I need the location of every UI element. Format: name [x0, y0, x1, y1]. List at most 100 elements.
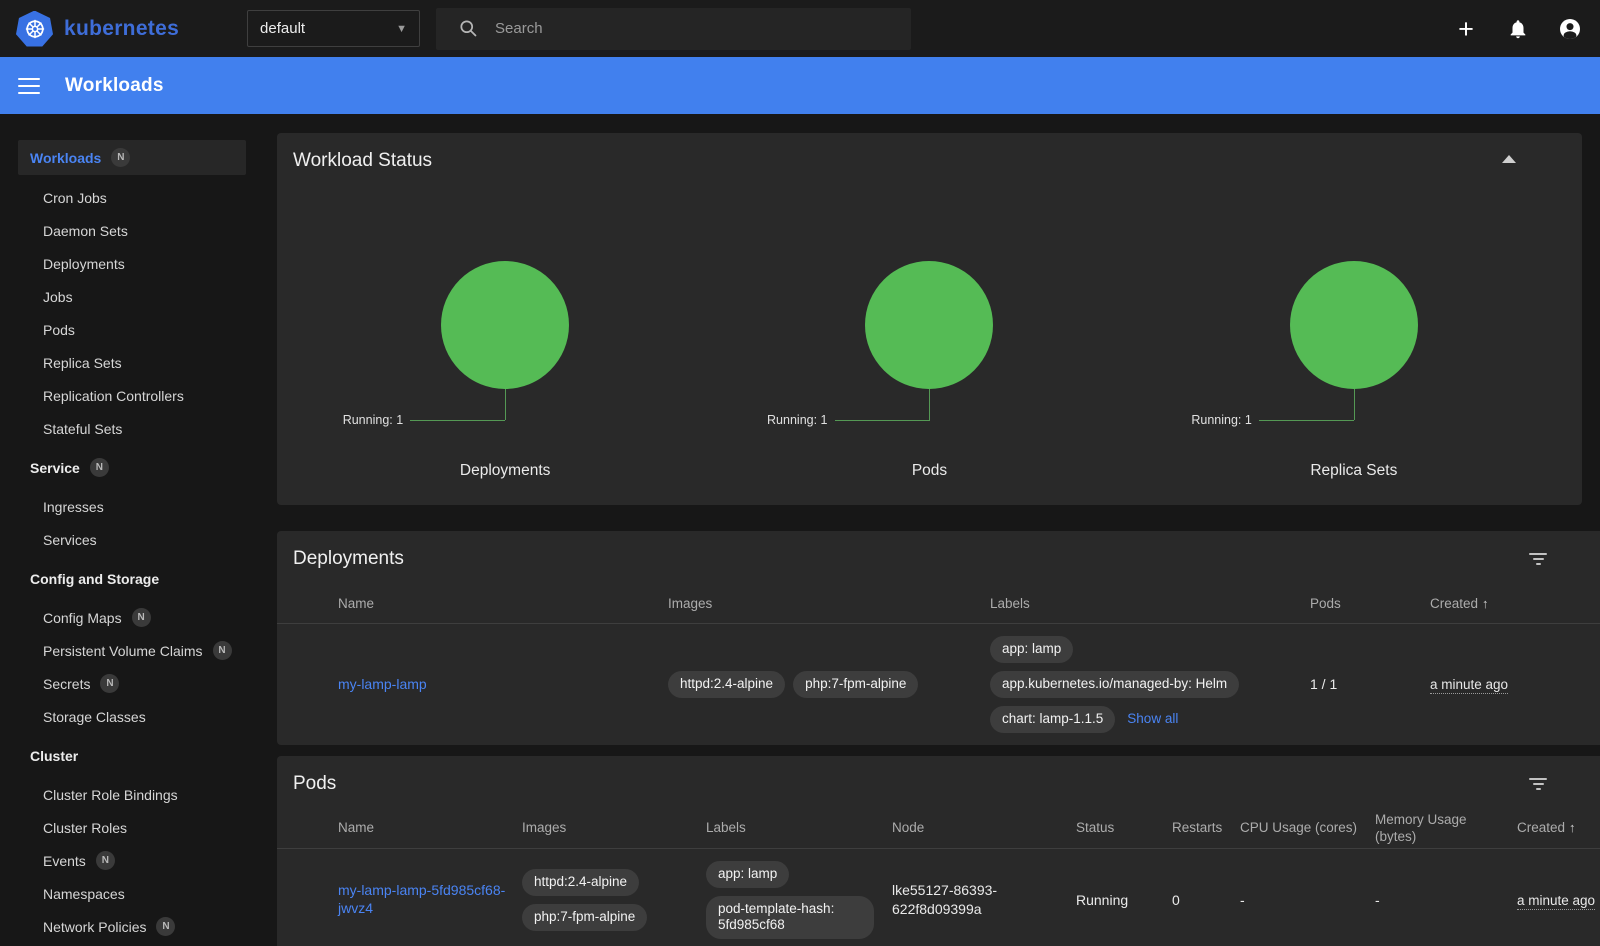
- namespace-select[interactable]: default ▼: [247, 10, 420, 47]
- column-header-created[interactable]: Created↑: [1430, 595, 1600, 613]
- column-header-status: Status: [1076, 819, 1172, 837]
- pods-status-chart: Running: 1 Pods: [717, 261, 1141, 480]
- pie-chart: [1290, 261, 1418, 389]
- chart-title: Pods: [912, 462, 947, 480]
- column-header-name[interactable]: Name: [338, 819, 522, 837]
- sidebar-section-cluster: Cluster: [18, 739, 246, 772]
- pie-chart: [441, 261, 569, 389]
- node-name: lke55127-86393-622f8d09399a: [892, 881, 1076, 919]
- callout-line: [1259, 420, 1354, 421]
- label-chip: pod-template-hash: 5fd985cf68: [706, 896, 874, 940]
- sidebar-item-storage-classes[interactable]: Storage Classes: [18, 700, 246, 733]
- created-timestamp: a minute ago: [1517, 893, 1595, 910]
- column-header-name[interactable]: Name: [338, 595, 668, 613]
- sidebar-item-secrets[interactable]: Secrets N: [18, 667, 246, 700]
- sort-ascending-icon: ↑: [1482, 596, 1489, 611]
- callout-line: [929, 389, 930, 420]
- sidebar-item-network-policies[interactable]: Network Policies N: [18, 910, 246, 943]
- sidebar: Workloads N Cron Jobs Daemon Sets Deploy…: [0, 114, 262, 946]
- chart-callout-label: Running: 1: [343, 413, 403, 427]
- create-resource-button[interactable]: +: [1454, 17, 1478, 41]
- pod-status: Running: [1076, 892, 1172, 908]
- account-icon: [1558, 16, 1582, 42]
- sidebar-item-namespaces[interactable]: Namespaces: [18, 877, 246, 910]
- filter-icon[interactable]: [1528, 553, 1548, 565]
- sidebar-item-pods[interactable]: Pods: [18, 313, 246, 346]
- new-badge: N: [156, 917, 175, 936]
- sidebar-item-cron-jobs[interactable]: Cron Jobs: [18, 181, 246, 214]
- column-header-node: Node: [892, 819, 1076, 837]
- column-header-memory: Memory Usage (bytes): [1375, 811, 1517, 846]
- namespace-value: default: [260, 20, 305, 37]
- restarts-count: 0: [1172, 892, 1240, 908]
- image-chip: php:7-fpm-alpine: [793, 671, 918, 698]
- sort-ascending-icon: ↑: [1569, 820, 1576, 835]
- chart-title: Replica Sets: [1310, 462, 1397, 480]
- sidebar-item-jobs[interactable]: Jobs: [18, 280, 246, 313]
- new-badge: N: [111, 148, 130, 167]
- account-button[interactable]: [1558, 17, 1582, 41]
- table-row[interactable]: my-lamp-lamp-5fd985cf68-jwvz4 httpd:2.4-…: [277, 849, 1600, 946]
- table-header-row: Name Images Labels Node Status Restarts …: [277, 809, 1600, 849]
- callout-line: [1354, 389, 1355, 420]
- new-badge: N: [100, 674, 119, 693]
- pods-card: Pods Name Images Labels Node Status Rest…: [277, 756, 1600, 946]
- column-header-labels: Labels: [990, 595, 1310, 613]
- sidebar-item-deployments[interactable]: Deployments: [18, 247, 246, 280]
- sidebar-item-persistent-volume-claims[interactable]: Persistent Volume Claims N: [18, 634, 246, 667]
- brand-wordmark: kubernetes: [64, 17, 179, 41]
- show-all-link[interactable]: Show all: [1127, 711, 1178, 726]
- search-box[interactable]: [436, 8, 911, 50]
- table-row[interactable]: my-lamp-lamp httpd:2.4-alpinephp:7-fpm-a…: [277, 624, 1600, 745]
- column-header-created[interactable]: Created↑: [1517, 819, 1600, 837]
- workload-status-card: Workload Status Running: 1 Deployments: [277, 133, 1582, 505]
- label-chip: app.kubernetes.io/managed-by: Helm: [990, 671, 1239, 698]
- callout-line: [505, 389, 506, 420]
- sidebar-item-stateful-sets[interactable]: Stateful Sets: [18, 412, 246, 445]
- column-header-cpu: CPU Usage (cores): [1240, 819, 1375, 837]
- top-bar: kubernetes default ▼ +: [0, 0, 1600, 57]
- sidebar-item-cluster-role-bindings[interactable]: Cluster Role Bindings: [18, 778, 246, 811]
- plus-icon: +: [1458, 17, 1474, 41]
- notifications-button[interactable]: [1506, 17, 1530, 41]
- chevron-down-icon: ▼: [396, 23, 407, 35]
- deployment-name-link[interactable]: my-lamp-lamp: [338, 676, 427, 692]
- pods-count: 1 / 1: [1310, 676, 1430, 692]
- chart-callout-label: Running: 1: [767, 413, 827, 427]
- cpu-usage: -: [1240, 892, 1375, 908]
- pod-name-link[interactable]: my-lamp-lamp-5fd985cf68-jwvz4: [338, 882, 505, 916]
- sidebar-item-daemon-sets[interactable]: Daemon Sets: [18, 214, 246, 247]
- sidebar-item-replication-controllers[interactable]: Replication Controllers: [18, 379, 246, 412]
- collapse-icon[interactable]: [1502, 155, 1516, 163]
- sidebar-item-cluster-roles[interactable]: Cluster Roles: [18, 811, 246, 844]
- deployments-card: Deployments Name Images Labels Pods Crea…: [277, 531, 1600, 745]
- kubernetes-logo-icon: [16, 11, 53, 47]
- sidebar-item-services[interactable]: Services: [18, 523, 246, 556]
- filter-icon[interactable]: [1528, 778, 1548, 790]
- pie-chart: [865, 261, 993, 389]
- app-bar: Workloads: [0, 57, 1600, 114]
- search-icon: [458, 18, 479, 39]
- card-title: Pods: [277, 773, 1600, 795]
- new-badge: N: [213, 641, 232, 660]
- card-title: Workload Status: [293, 150, 1566, 172]
- main-content: Workload Status Running: 1 Deployments: [262, 114, 1600, 946]
- bell-icon: [1507, 18, 1529, 40]
- page-title: Workloads: [65, 75, 164, 97]
- column-header-images: Images: [522, 819, 706, 837]
- sidebar-item-config-maps[interactable]: Config Maps N: [18, 601, 246, 634]
- search-input[interactable]: [495, 20, 855, 37]
- sidebar-item-replica-sets[interactable]: Replica Sets: [18, 346, 246, 379]
- label-chip: chart: lamp-1.1.5: [990, 706, 1115, 733]
- new-badge: N: [132, 608, 151, 627]
- replica-sets-status-chart: Running: 1 Replica Sets: [1142, 261, 1566, 480]
- sidebar-item-service[interactable]: Service N: [18, 451, 246, 484]
- column-header-images: Images: [668, 595, 990, 613]
- sidebar-item-ingresses[interactable]: Ingresses: [18, 490, 246, 523]
- sidebar-item-workloads[interactable]: Workloads N: [18, 140, 246, 175]
- sidebar-item-events[interactable]: Events N: [18, 844, 246, 877]
- memory-usage: -: [1375, 892, 1517, 908]
- label-chip: app: lamp: [706, 861, 789, 888]
- menu-button[interactable]: [18, 78, 40, 94]
- sidebar-section-config-and-storage: Config and Storage: [18, 562, 246, 595]
